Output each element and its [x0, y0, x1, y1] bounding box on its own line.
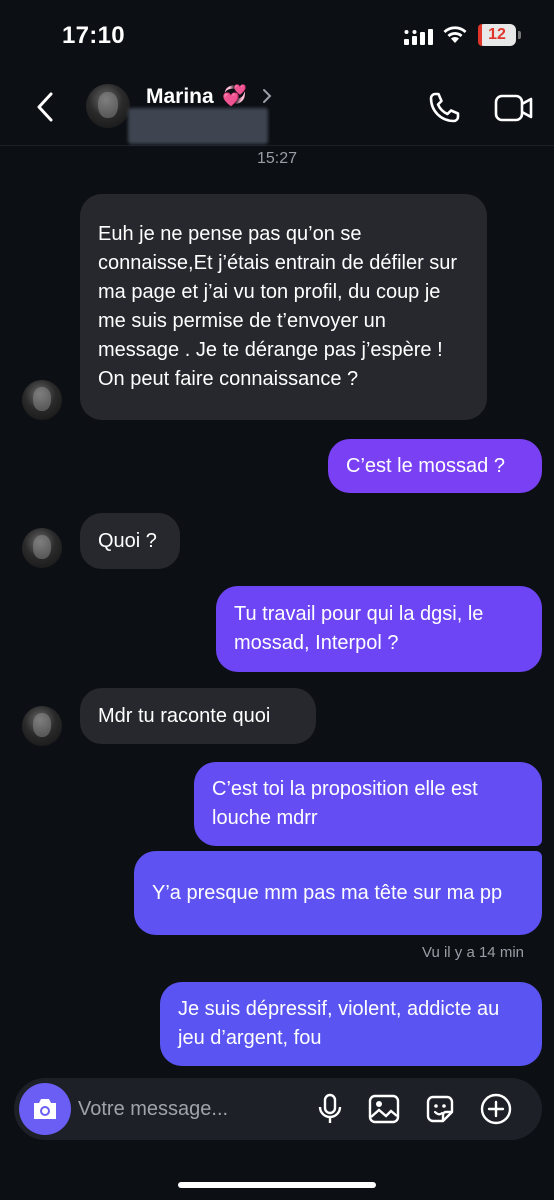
incoming-message-1[interactable]: Euh je ne pense pas qu’on se connaisse,E…: [80, 194, 487, 420]
sender-avatar[interactable]: [22, 528, 62, 568]
chevron-right-icon[interactable]: [262, 88, 272, 104]
outgoing-message-2[interactable]: Tu travail pour qui la dgsi, le mossad, …: [216, 586, 542, 672]
wifi-icon: [443, 26, 467, 43]
battery-indicator: 12: [478, 24, 521, 46]
phone-icon[interactable]: [426, 90, 462, 126]
outgoing-message-3[interactable]: C’est toi la proposition elle est louche…: [194, 762, 542, 846]
battery-level-text: 12: [488, 26, 506, 43]
camera-button[interactable]: [19, 1083, 71, 1135]
sticker-icon[interactable]: [424, 1093, 456, 1125]
video-call-icon[interactable]: [494, 92, 534, 124]
blurred-username: [128, 108, 268, 144]
microphone-icon[interactable]: [314, 1093, 346, 1125]
add-icon[interactable]: [480, 1093, 512, 1125]
cellular-signal-icon: [404, 29, 433, 45]
gallery-icon[interactable]: [368, 1093, 400, 1125]
contact-avatar[interactable]: [86, 84, 130, 128]
sender-avatar[interactable]: [22, 706, 62, 746]
contact-name[interactable]: Marina: [146, 85, 214, 109]
outgoing-message-5[interactable]: Je suis dépressif, violent, addicte au j…: [160, 982, 542, 1066]
camera-icon: [34, 1099, 56, 1119]
status-time: 17:10: [62, 22, 125, 49]
outgoing-message-1[interactable]: C’est le mossad ?: [328, 439, 542, 493]
chat-header: Marina 💞: [0, 70, 554, 146]
message-timestamp: 15:27: [256, 150, 298, 167]
incoming-message-3[interactable]: Mdr tu raconte quoi: [80, 688, 316, 744]
seen-receipt: Vu il y a 14 min: [422, 944, 524, 961]
back-icon[interactable]: [32, 90, 58, 124]
incoming-message-2[interactable]: Quoi ?: [80, 513, 180, 569]
status-bar: 17:10 12: [0, 0, 554, 70]
message-input[interactable]: [78, 1092, 298, 1126]
outgoing-message-4[interactable]: Y’a presque mm pas ma tête sur ma pp: [134, 851, 542, 935]
sender-avatar[interactable]: [22, 380, 62, 420]
home-indicator[interactable]: [178, 1182, 376, 1188]
heart-emoji: 💞: [222, 85, 247, 107]
chat-screen: 17:10 12 Marina 💞 15:27 Euh je ne pense …: [0, 0, 554, 1200]
message-composer: [14, 1078, 542, 1140]
